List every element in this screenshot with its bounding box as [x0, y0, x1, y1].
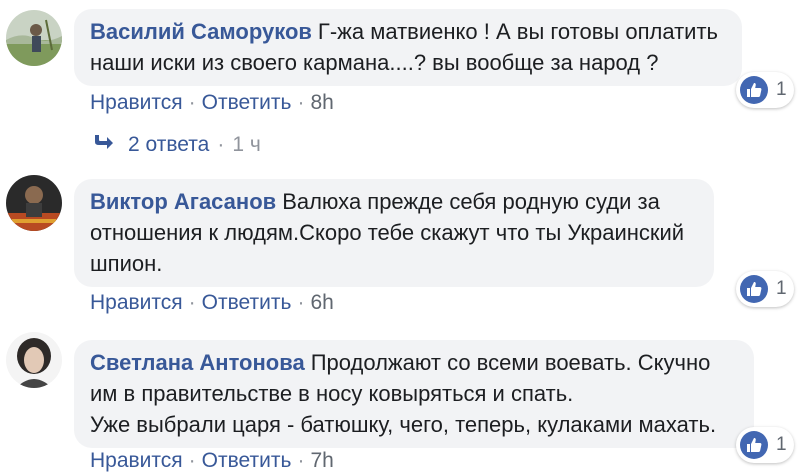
- comment-actions: Нравится · Ответить · 6h: [90, 291, 334, 315]
- comment-author[interactable]: Виктор Агасанов: [90, 189, 276, 214]
- comment-actions: Нравится · Ответить · 7h: [90, 449, 334, 473]
- reaction-badge[interactable]: 1: [736, 271, 794, 307]
- reaction-count: 1: [776, 434, 787, 455]
- reply-link[interactable]: Ответить: [202, 291, 292, 314]
- reply-arrow-icon: [92, 133, 114, 157]
- separator-dot: ·: [188, 449, 196, 472]
- comment-timestamp[interactable]: 6h: [310, 291, 333, 314]
- separator-dot: ·: [217, 133, 225, 156]
- reaction-badge[interactable]: 1: [736, 427, 794, 463]
- comment-timestamp[interactable]: 7h: [310, 449, 333, 472]
- separator-dot: ·: [188, 91, 196, 114]
- thumbs-up-icon: [740, 275, 768, 303]
- avatar[interactable]: [6, 10, 62, 66]
- reply-link[interactable]: Ответить: [202, 449, 292, 472]
- comment-author[interactable]: Светлана Антонова: [90, 350, 305, 375]
- separator-dot: ·: [297, 449, 305, 472]
- separator-dot: ·: [297, 91, 305, 114]
- comment-bubble: Виктор Агасанов Валюха прежде себя родную…: [74, 179, 714, 287]
- comment-text: Уже выбрали царя - батюшку, чего, теперь…: [90, 412, 717, 437]
- replies-time: 1 ч: [232, 133, 261, 156]
- avatar[interactable]: [6, 175, 62, 231]
- like-link[interactable]: Нравится: [90, 449, 183, 472]
- reply-link[interactable]: Ответить: [202, 91, 292, 114]
- avatar[interactable]: [6, 332, 62, 388]
- reaction-count: 1: [776, 278, 787, 299]
- comment-actions: Нравится · Ответить · 8h: [90, 91, 334, 115]
- thumbs-up-icon: [740, 76, 768, 104]
- reaction-count: 1: [776, 79, 787, 100]
- separator-dot: ·: [297, 291, 305, 314]
- comment-bubble: Светлана Антонова Продолжают со всеми вое…: [74, 340, 754, 448]
- thumbs-up-icon: [740, 431, 768, 459]
- like-link[interactable]: Нравится: [90, 91, 183, 114]
- comment-bubble: Василий Саморуков Г-жа матвиенко ! А вы г…: [74, 9, 742, 86]
- comment-timestamp[interactable]: 8h: [310, 91, 333, 114]
- like-link[interactable]: Нравится: [90, 291, 183, 314]
- reaction-badge[interactable]: 1: [736, 72, 794, 108]
- view-replies-link[interactable]: 2 ответа · 1 ч: [92, 133, 261, 157]
- separator-dot: ·: [188, 291, 196, 314]
- comment-author[interactable]: Василий Саморуков: [90, 19, 312, 44]
- replies-count[interactable]: 2 ответа: [128, 133, 209, 157]
